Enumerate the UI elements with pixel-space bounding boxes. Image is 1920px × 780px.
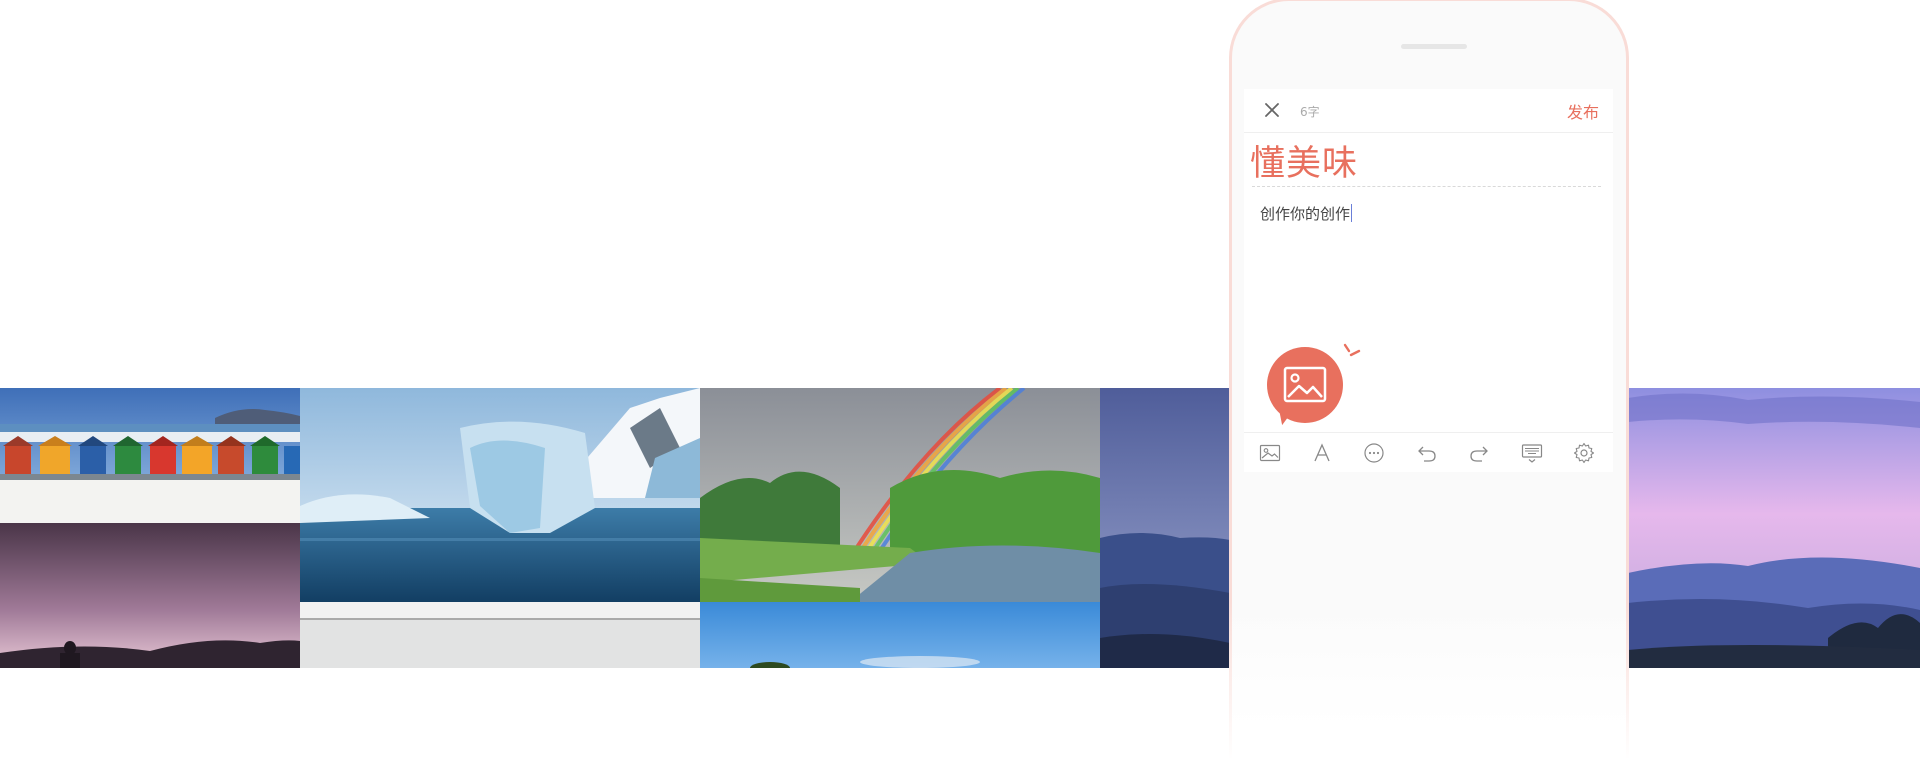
word-count: 6字 xyxy=(1300,105,1320,119)
post-title[interactable]: 懂美味 xyxy=(1250,135,1358,186)
undo-icon xyxy=(1418,446,1436,462)
close-button[interactable] xyxy=(1260,98,1284,122)
toolbar-keyboard-button[interactable] xyxy=(1520,441,1544,465)
photo-wall xyxy=(300,602,700,668)
toolbar-more-button[interactable] xyxy=(1362,441,1386,465)
keyboard-icon xyxy=(1521,444,1543,463)
photo-rainbow-river xyxy=(700,388,1100,602)
editor-topbar: 6字 发布 xyxy=(1244,89,1613,133)
photo-beach-huts xyxy=(0,388,300,523)
post-body[interactable]: 创作你的创作 xyxy=(1260,203,1353,224)
photo-blue-sky xyxy=(700,602,1100,668)
close-icon xyxy=(1265,103,1279,117)
photo-purple-mountains xyxy=(1628,388,1920,668)
more-icon xyxy=(1364,443,1384,463)
image-icon xyxy=(1283,366,1327,403)
photo-strip xyxy=(0,388,1920,668)
publish-button[interactable]: 发布 xyxy=(1567,99,1599,123)
font-icon xyxy=(1314,443,1330,462)
toolbar-redo-button[interactable] xyxy=(1467,441,1491,465)
photo-iceberg xyxy=(300,388,700,602)
gear-icon xyxy=(1573,442,1595,464)
toolbar-undo-button[interactable] xyxy=(1415,441,1439,465)
phone-speaker xyxy=(1401,44,1467,49)
sparkle-icon xyxy=(1343,343,1361,357)
editor-toolbar xyxy=(1244,432,1613,472)
toolbar-font-button[interactable] xyxy=(1310,441,1334,465)
text-caret xyxy=(1351,204,1353,222)
photo-blue-mountains xyxy=(1100,388,1230,668)
toolbar-image-button[interactable] xyxy=(1258,441,1282,465)
insert-image-bubble[interactable] xyxy=(1267,347,1343,428)
page: 6字 发布 懂美味 创作你的创作 xyxy=(0,0,1920,780)
toolbar-settings-button[interactable] xyxy=(1572,441,1596,465)
photo-sunset-silhouette xyxy=(0,523,300,668)
image-icon xyxy=(1259,444,1281,462)
post-body-text: 创作你的创作 xyxy=(1260,205,1351,223)
editor-screen: 6字 发布 懂美味 创作你的创作 xyxy=(1244,89,1613,472)
phone-mockup: 6字 发布 懂美味 创作你的创作 xyxy=(1229,0,1629,761)
title-divider xyxy=(1252,186,1601,187)
redo-icon xyxy=(1470,446,1488,462)
